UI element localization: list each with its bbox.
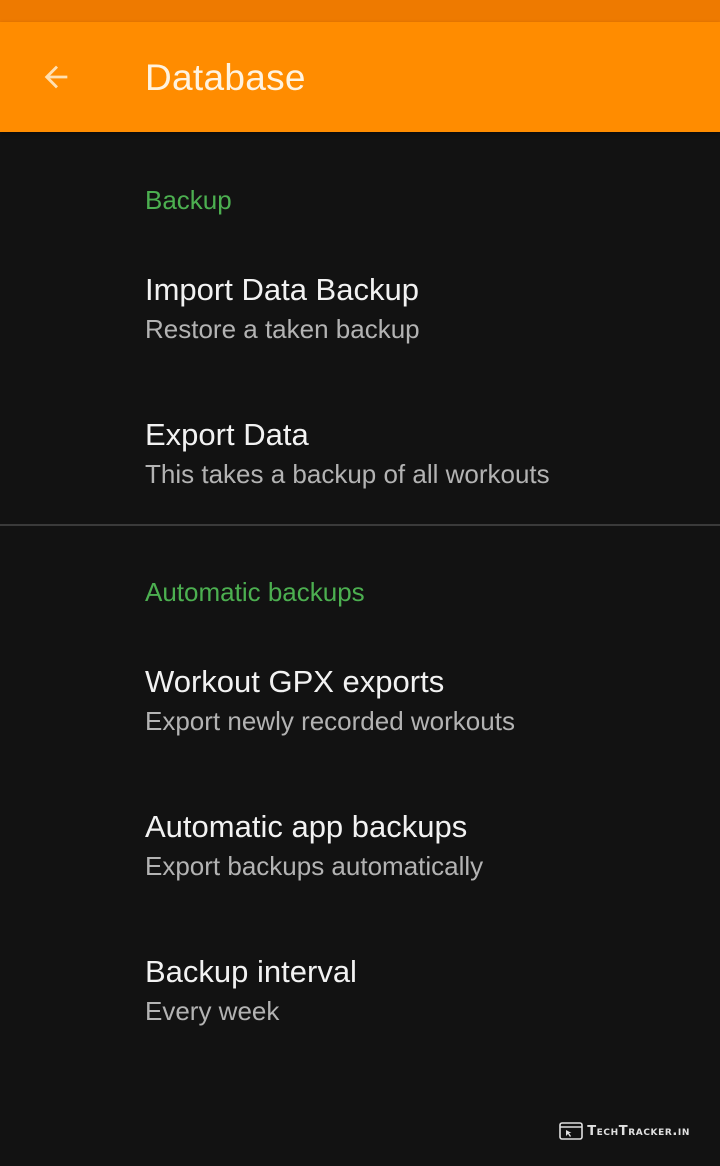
section-divider [0,524,720,526]
page-title: Database [145,57,306,98]
pref-summary: This takes a backup of all workouts [145,459,550,489]
app-bar: Database [0,22,720,132]
pref-title: Workout GPX exports [145,664,445,699]
pref-title: Backup interval [145,954,357,989]
watermark-text: TechTracker.in [587,1123,690,1139]
pref-title: Automatic app backups [145,809,468,844]
pref-summary: Restore a taken backup [145,314,420,344]
arrow-back-icon [44,65,68,89]
category-backup: Backup [145,185,232,215]
category-automatic-backups: Automatic backups [145,577,365,607]
back-button[interactable] [24,45,88,109]
status-bar [0,0,720,22]
pref-title: Import Data Backup [145,272,419,307]
pref-automatic-app-backups[interactable]: Automatic app backups Export backups aut… [0,809,720,939]
pref-backup-interval[interactable]: Backup interval Every week [0,954,720,1084]
pref-summary: Every week [145,996,280,1026]
pref-workout-gpx-exports[interactable]: Workout GPX exports Export newly recorde… [0,664,720,794]
pref-title: Export Data [145,417,309,452]
pref-summary: Export newly recorded workouts [145,706,515,736]
pref-import-data-backup[interactable]: Import Data Backup Restore a taken backu… [0,272,720,402]
watermark: TechTracker.in [559,1122,690,1140]
pref-export-data[interactable]: Export Data This takes a backup of all w… [0,417,720,547]
browser-window-icon [559,1122,584,1140]
pref-summary: Export backups automatically [145,851,484,881]
